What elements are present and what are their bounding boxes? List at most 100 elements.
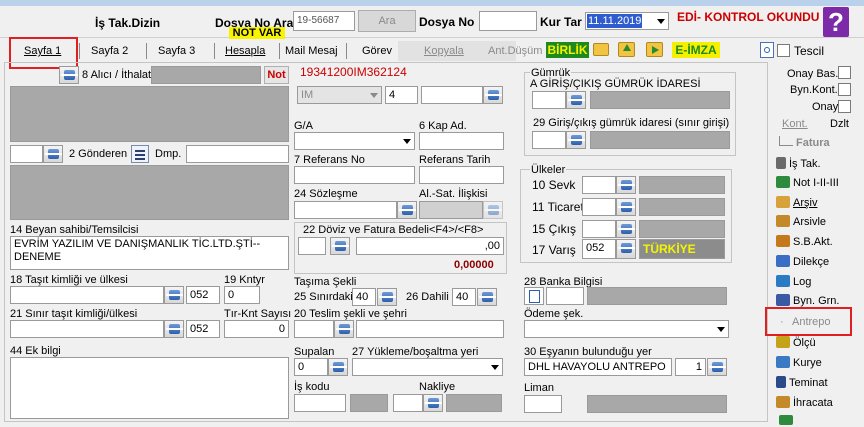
varis-country[interactable]: TÜRKİYE [639, 239, 725, 259]
teminat-button[interactable]: Teminat [776, 376, 828, 390]
liman-name[interactable] [587, 395, 727, 413]
antrepo-button[interactable]: · Antrepo [780, 316, 831, 329]
tab-gorev[interactable]: Görev [362, 45, 392, 58]
is-tak-button[interactable]: İş Tak. [776, 157, 821, 171]
byn-kont-checkbox[interactable] [838, 83, 851, 96]
rejim-extra-input[interactable] [421, 86, 483, 104]
cikis-picker-button[interactable] [616, 220, 636, 238]
kap-input[interactable] [419, 132, 504, 150]
cikis-code-input[interactable] [582, 220, 616, 238]
tab-mail-mesaj[interactable]: Mail Mesaj [285, 45, 338, 58]
varis-picker-button[interactable] [616, 239, 636, 259]
doviz-picker-button[interactable] [330, 237, 350, 255]
cikis-country[interactable] [639, 220, 725, 238]
sinir-picker-button[interactable] [164, 320, 184, 338]
sinirdaki-input[interactable]: 40 [352, 288, 376, 306]
tab-hesapla[interactable]: Hesapla [225, 45, 265, 58]
tab-sayfa1[interactable]: Sayfa 1 [24, 45, 61, 58]
tescil-checkbox[interactable] [777, 44, 790, 57]
teslim-picker-button[interactable] [334, 320, 354, 338]
folder-up-icon[interactable] [618, 42, 635, 57]
doviz-value-input[interactable]: ,00 [356, 237, 504, 255]
rejim-picker-button[interactable] [483, 86, 503, 104]
alsat-input[interactable] [419, 201, 483, 219]
dahili-picker-button[interactable] [477, 288, 497, 306]
liman-code-input[interactable] [524, 395, 562, 413]
birlik-button[interactable]: BİRLİK [546, 42, 589, 58]
giris-cikis-code-input[interactable] [532, 131, 566, 149]
tasit-country-input[interactable]: 052 [186, 286, 220, 304]
gumruk-picker-button[interactable] [566, 91, 586, 109]
tab-kopyala[interactable]: Kopyala [424, 45, 464, 58]
tab-sayfa3[interactable]: Sayfa 3 [158, 45, 195, 58]
kurye-button[interactable]: Kurye [776, 356, 822, 370]
varis-code-input[interactable]: 052 [582, 239, 616, 259]
fatura-button[interactable]: Fatura [779, 136, 830, 150]
sinir-country-input[interactable]: 052 [186, 320, 220, 338]
eimza-button[interactable]: E-İMZA [672, 42, 720, 58]
odeme-select[interactable] [524, 320, 729, 338]
kont-button[interactable]: Kont. [782, 118, 808, 131]
gumruk-code-input[interactable] [532, 91, 566, 109]
ihracata-button[interactable]: İhracata [776, 396, 833, 410]
is-kodu-input[interactable] [294, 394, 346, 412]
sozlesme-picker-button[interactable] [397, 201, 417, 219]
esya-num-input[interactable]: 1 [675, 358, 706, 376]
ara-button[interactable]: Ara [358, 10, 416, 32]
rejim-num-input[interactable]: 4 [385, 86, 418, 104]
tir-input[interactable]: 0 [224, 320, 289, 338]
tab-ant-dusum[interactable]: Ant.Düşüm [488, 45, 542, 58]
tab-sayfa2[interactable]: Sayfa 2 [91, 45, 128, 58]
nakliye-input[interactable] [393, 394, 423, 412]
beyan-textarea[interactable]: EVRİM YAZILIM VE DANIŞMANLIK TİC.LTD.ŞTİ… [10, 236, 289, 270]
gonderen-left-input[interactable] [10, 145, 43, 163]
dizin-label[interactable]: İş Tak.Dizin [95, 17, 160, 30]
supalan-input[interactable]: 0 [294, 358, 328, 376]
esya-picker-button[interactable] [707, 358, 727, 376]
sevk-country[interactable] [639, 176, 725, 194]
gumruk-name[interactable] [590, 91, 730, 109]
olcu-button[interactable]: Ölçü [776, 336, 816, 350]
folder-share-icon[interactable] [646, 42, 663, 57]
banka-code-input[interactable] [546, 287, 584, 305]
arsivle-button[interactable]: Arsivle [776, 215, 826, 229]
onay-checkbox[interactable] [838, 100, 851, 113]
supalan-picker-button[interactable] [328, 358, 348, 376]
kur-tar-date[interactable]: 11.11.2019 [585, 12, 669, 30]
list-icon[interactable] [131, 145, 149, 163]
dmp-input[interactable] [186, 145, 289, 163]
onay-bas-checkbox[interactable] [838, 66, 851, 79]
giris-cikis-picker-button[interactable] [566, 131, 586, 149]
log-button[interactable]: Log [776, 275, 811, 289]
nakliye-extra[interactable] [446, 394, 502, 412]
ticaret-country[interactable] [639, 198, 725, 216]
is-kodu-extra[interactable] [350, 394, 388, 412]
alsat-picker-button[interactable] [483, 201, 503, 219]
help-button[interactable]: ? [823, 7, 849, 37]
dzlt-button[interactable]: Dzlt [830, 118, 849, 131]
doviz-left-input[interactable] [298, 237, 326, 255]
rejim-select[interactable]: IM [297, 86, 382, 104]
dosya-no-ara-input[interactable]: 19-56687 [293, 11, 355, 31]
arsiv-button[interactable]: Arşiv [776, 196, 817, 210]
teslim-code-input[interactable] [294, 320, 334, 338]
ref-tarih-input[interactable] [419, 166, 504, 184]
esya-input[interactable]: DHL HAVAYOLU ANTREPO [524, 358, 672, 376]
yukleme-select[interactable] [352, 358, 503, 376]
banka-name[interactable] [587, 287, 727, 305]
kntyr-input[interactable]: 0 [224, 286, 260, 304]
dosya-no-input[interactable] [479, 11, 537, 31]
alici-picker-button[interactable] [59, 66, 79, 84]
not123-button[interactable]: Not I-II-III [776, 176, 839, 190]
sinirdaki-picker-button[interactable] [377, 288, 397, 306]
folder-open-icon[interactable] [593, 43, 609, 56]
gonderen-detail-area[interactable] [10, 165, 289, 220]
ticaret-picker-button[interactable] [616, 198, 636, 216]
gonderen-picker-button[interactable] [43, 145, 63, 163]
ticaret-code-input[interactable] [582, 198, 616, 216]
alici-code-input[interactable] [151, 66, 261, 84]
dilekce-button[interactable]: Dilekçe [776, 255, 829, 269]
not-button[interactable]: Not [264, 66, 289, 84]
sevk-picker-button[interactable] [616, 176, 636, 194]
ek-bilgi-textarea[interactable] [10, 357, 289, 419]
